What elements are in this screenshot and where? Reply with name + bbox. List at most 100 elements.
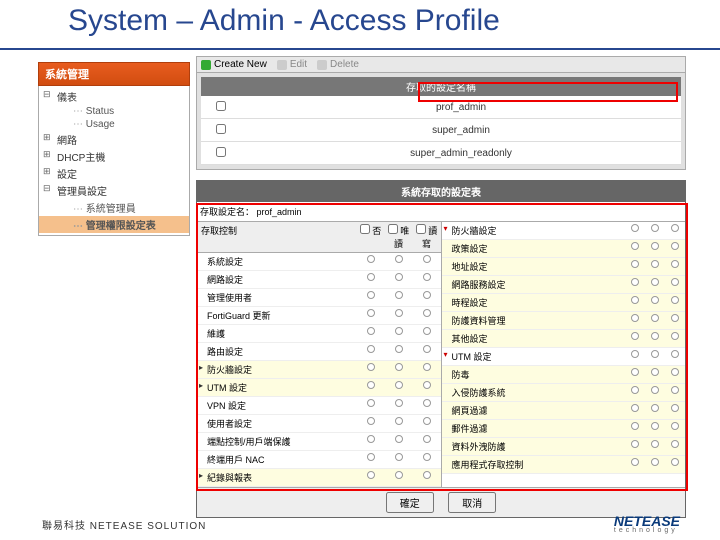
perm-radio[interactable] <box>631 314 639 322</box>
perm-radio[interactable] <box>671 296 679 304</box>
perm-radio[interactable] <box>671 422 679 430</box>
ok-button[interactable]: 確定 <box>386 492 434 513</box>
perm-radio[interactable] <box>631 260 639 268</box>
row-checkbox[interactable] <box>216 124 226 134</box>
perm-radio[interactable] <box>367 381 375 389</box>
perm-radio[interactable] <box>395 345 403 353</box>
perm-radio[interactable] <box>651 440 659 448</box>
perm-radio[interactable] <box>671 458 679 466</box>
col-rw-toggle[interactable] <box>416 224 426 234</box>
perm-radio[interactable] <box>671 404 679 412</box>
perm-radio[interactable] <box>671 242 679 250</box>
perm-radio[interactable] <box>423 399 431 407</box>
perm-radio[interactable] <box>367 309 375 317</box>
perm-radio[interactable] <box>671 224 679 232</box>
perm-radio[interactable] <box>651 350 659 358</box>
perm-radio[interactable] <box>651 404 659 412</box>
col-none-toggle[interactable] <box>360 224 370 234</box>
perm-radio[interactable] <box>395 381 403 389</box>
nav-item[interactable]: ⋯ Status <box>39 105 189 118</box>
perm-radio[interactable] <box>671 260 679 268</box>
cancel-button[interactable]: 取消 <box>448 492 496 513</box>
perm-radio[interactable] <box>631 278 639 286</box>
delete-button[interactable]: Delete <box>317 59 359 70</box>
nav-item[interactable]: ⊟儀表 <box>39 88 189 105</box>
perm-radio[interactable] <box>671 350 679 358</box>
nav-item[interactable]: ⊟管理員設定 <box>39 182 189 199</box>
perm-radio[interactable] <box>367 453 375 461</box>
perm-radio[interactable] <box>367 435 375 443</box>
nav-item[interactable]: ⊞網路 <box>39 131 189 148</box>
perm-radio[interactable] <box>631 242 639 250</box>
nav-item[interactable]: ⋯ Usage <box>39 118 189 131</box>
perm-radio[interactable] <box>367 417 375 425</box>
perm-radio[interactable] <box>631 368 639 376</box>
perm-radio[interactable] <box>367 291 375 299</box>
perm-radio[interactable] <box>423 291 431 299</box>
perm-radio[interactable] <box>367 363 375 371</box>
perm-radio[interactable] <box>651 314 659 322</box>
perm-radio[interactable] <box>423 273 431 281</box>
perm-radio[interactable] <box>395 291 403 299</box>
perm-radio[interactable] <box>651 458 659 466</box>
col-read-toggle[interactable] <box>388 224 398 234</box>
perm-radio[interactable] <box>651 422 659 430</box>
perm-radio[interactable] <box>671 368 679 376</box>
perm-radio[interactable] <box>631 422 639 430</box>
perm-radio[interactable] <box>395 273 403 281</box>
perm-radio[interactable] <box>395 309 403 317</box>
perm-radio[interactable] <box>395 453 403 461</box>
perm-radio[interactable] <box>395 255 403 263</box>
row-checkbox[interactable] <box>216 147 226 157</box>
perm-radio[interactable] <box>671 440 679 448</box>
perm-radio[interactable] <box>631 386 639 394</box>
create-new-button[interactable]: Create New <box>201 59 267 70</box>
perm-radio[interactable] <box>367 471 375 479</box>
perm-radio[interactable] <box>631 332 639 340</box>
perm-radio[interactable] <box>631 350 639 358</box>
perm-radio[interactable] <box>423 255 431 263</box>
nav-item[interactable]: ⊞設定 <box>39 165 189 182</box>
perm-radio[interactable] <box>671 332 679 340</box>
perm-radio[interactable] <box>395 363 403 371</box>
perm-radio[interactable] <box>395 327 403 335</box>
profile-row[interactable]: prof_admin <box>201 96 681 119</box>
perm-radio[interactable] <box>631 404 639 412</box>
perm-radio[interactable] <box>423 309 431 317</box>
perm-radio[interactable] <box>423 453 431 461</box>
perm-radio[interactable] <box>651 242 659 250</box>
perm-radio[interactable] <box>395 417 403 425</box>
perm-radio[interactable] <box>631 440 639 448</box>
perm-radio[interactable] <box>423 327 431 335</box>
perm-radio[interactable] <box>631 224 639 232</box>
row-checkbox[interactable] <box>216 101 226 111</box>
perm-radio[interactable] <box>423 471 431 479</box>
perm-radio[interactable] <box>651 368 659 376</box>
perm-radio[interactable] <box>367 255 375 263</box>
perm-radio[interactable] <box>395 435 403 443</box>
perm-radio[interactable] <box>423 417 431 425</box>
profile-row[interactable]: super_admin_readonly <box>201 142 681 165</box>
perm-radio[interactable] <box>423 435 431 443</box>
nav-item[interactable]: ⋯ 管理權限設定表 <box>39 216 189 233</box>
perm-radio[interactable] <box>423 381 431 389</box>
perm-radio[interactable] <box>367 327 375 335</box>
perm-radio[interactable] <box>651 296 659 304</box>
nav-item[interactable]: ⋯ 系統管理員 <box>39 199 189 216</box>
perm-radio[interactable] <box>671 278 679 286</box>
perm-radio[interactable] <box>651 386 659 394</box>
perm-radio[interactable] <box>651 278 659 286</box>
profile-row[interactable]: super_admin <box>201 119 681 142</box>
perm-radio[interactable] <box>423 363 431 371</box>
perm-radio[interactable] <box>395 399 403 407</box>
perm-radio[interactable] <box>671 386 679 394</box>
perm-radio[interactable] <box>423 345 431 353</box>
perm-radio[interactable] <box>367 273 375 281</box>
perm-radio[interactable] <box>671 314 679 322</box>
perm-radio[interactable] <box>631 458 639 466</box>
perm-radio[interactable] <box>367 345 375 353</box>
perm-radio[interactable] <box>631 296 639 304</box>
perm-radio[interactable] <box>395 471 403 479</box>
perm-radio[interactable] <box>367 399 375 407</box>
nav-item[interactable]: ⊞DHCP主機 <box>39 148 189 165</box>
